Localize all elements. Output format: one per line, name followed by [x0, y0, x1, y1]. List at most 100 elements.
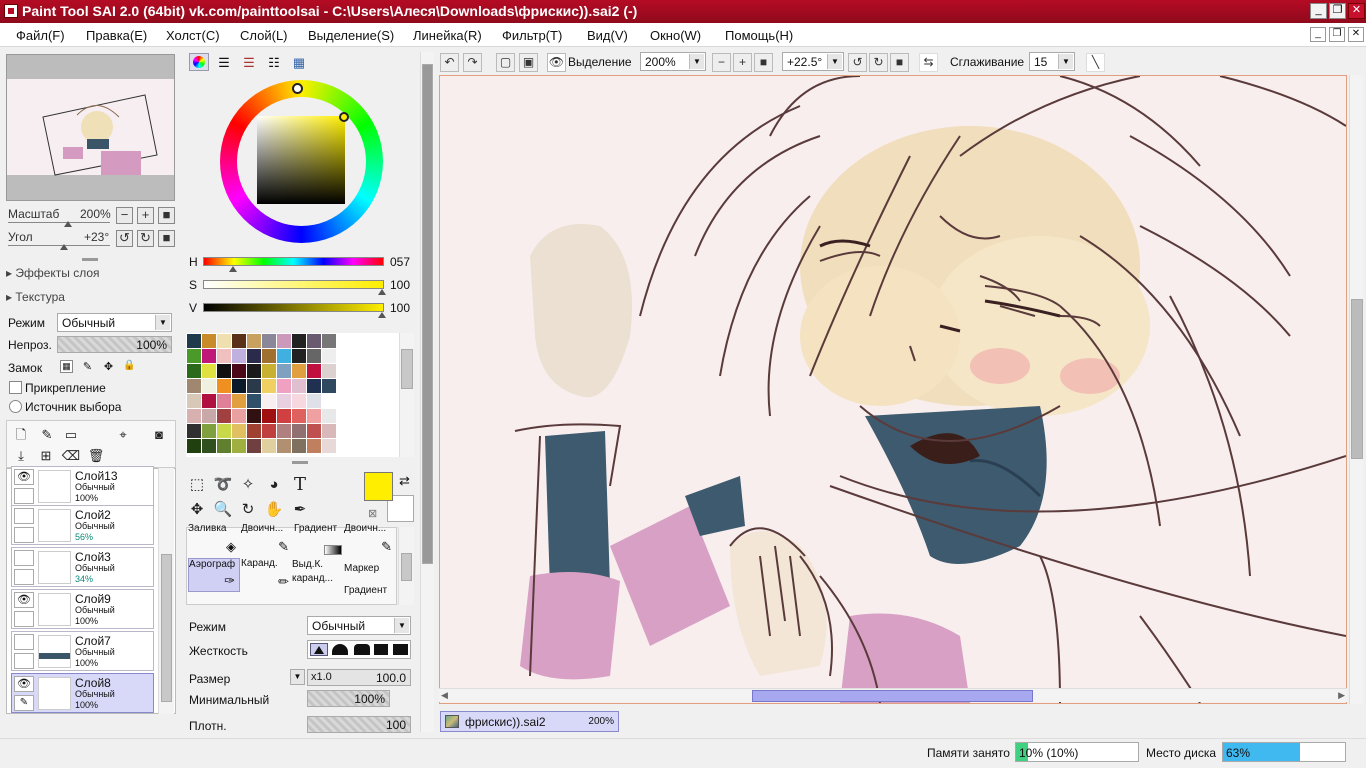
- transform-icon[interactable]: ⌖: [112, 424, 134, 446]
- hardness-max-icon[interactable]: [393, 644, 408, 655]
- color-swatch[interactable]: [292, 439, 306, 453]
- layer-item-selected[interactable]: 👁 ✎ Слой8 Обычный 100%: [11, 673, 154, 713]
- color-swatch[interactable]: [277, 364, 291, 378]
- panel-grip[interactable]: [292, 461, 308, 464]
- color-swatch[interactable]: [217, 439, 231, 453]
- color-swatch[interactable]: [247, 439, 261, 453]
- layer-item[interactable]: 👁 Слой9 Обычный 100%: [11, 589, 154, 629]
- visibility-toggle[interactable]: [14, 634, 34, 650]
- zoom-slider-track[interactable]: [8, 222, 110, 223]
- canvas-hscrollbar[interactable]: ◀ ▶: [439, 688, 1347, 702]
- eye-icon[interactable]: 👁: [14, 592, 34, 608]
- menu-window[interactable]: Окно(W): [650, 28, 701, 43]
- magic-wand-icon[interactable]: ✧: [237, 474, 259, 496]
- color-swatch[interactable]: [292, 394, 306, 408]
- zoom-slider-handle[interactable]: [64, 221, 72, 227]
- color-swatch[interactable]: [217, 334, 231, 348]
- menu-edit[interactable]: Правка(E): [86, 28, 147, 43]
- color-swatch[interactable]: [247, 334, 261, 348]
- color-swatch[interactable]: [262, 349, 276, 363]
- menu-selection[interactable]: Выделение(S): [308, 28, 394, 43]
- selection-source-radio[interactable]: [9, 400, 22, 413]
- color-swatch[interactable]: [307, 379, 321, 393]
- color-swatch[interactable]: [292, 424, 306, 438]
- color-swatch[interactable]: [202, 439, 216, 453]
- size-slider[interactable]: x1.0 100.0: [307, 669, 411, 686]
- hsv-sliders-tab[interactable]: ☰: [239, 55, 259, 71]
- color-swatch[interactable]: [232, 394, 246, 408]
- color-swatch[interactable]: [277, 394, 291, 408]
- texture-header[interactable]: ▸ Текстура: [6, 290, 65, 304]
- menu-view[interactable]: Вид(V): [587, 28, 628, 43]
- redo-button[interactable]: ↷: [463, 53, 482, 72]
- move-icon[interactable]: ✥: [186, 499, 208, 521]
- merge-down-icon[interactable]: ⤓: [10, 445, 32, 467]
- eye-icon[interactable]: 👁: [14, 676, 34, 692]
- layer-item[interactable]: 👁 Слой13 Обычный 100%: [11, 466, 154, 506]
- close-button[interactable]: ✕: [1348, 3, 1365, 19]
- rgb-sliders-tab[interactable]: ☰: [214, 55, 234, 71]
- brush-mode-select[interactable]: Обычный ▼: [307, 616, 411, 635]
- doc-minimize-button[interactable]: _: [1310, 27, 1326, 42]
- canvas-vscrollbar[interactable]: [1349, 75, 1363, 704]
- color-swatch[interactable]: [232, 334, 246, 348]
- brush-pencil[interactable]: Каранд. ✏: [241, 558, 293, 592]
- color-swatch[interactable]: [217, 394, 231, 408]
- layer-flag[interactable]: [14, 527, 34, 543]
- color-swatch[interactable]: [292, 409, 306, 423]
- rotate-right-button[interactable]: ↻: [869, 53, 888, 72]
- mixer-tab[interactable]: ☷: [264, 55, 284, 71]
- zoom-out-button[interactable]: −: [712, 53, 731, 72]
- visibility-toggle[interactable]: [14, 550, 34, 566]
- transparent-color-icon[interactable]: ⊠: [368, 507, 377, 520]
- color-swatch[interactable]: [307, 439, 321, 453]
- color-swatch[interactable]: [277, 334, 291, 348]
- invert-selection-button[interactable]: ▣: [519, 53, 538, 72]
- saturation-slider[interactable]: [203, 280, 384, 289]
- menu-layer[interactable]: Слой(L): [240, 28, 288, 43]
- shape-icon[interactable]: ◕: [263, 474, 285, 496]
- color-swatch[interactable]: [232, 439, 246, 453]
- color-swatch[interactable]: [217, 349, 231, 363]
- color-swatch[interactable]: [322, 364, 336, 378]
- maximize-button[interactable]: ❐: [1329, 3, 1346, 19]
- color-swatch[interactable]: [322, 349, 336, 363]
- new-vector-layer-icon[interactable]: ✎: [36, 424, 58, 446]
- color-swatch[interactable]: [322, 439, 336, 453]
- lasso-icon[interactable]: ➰: [212, 474, 234, 496]
- brush-scrollbar[interactable]: [398, 527, 414, 605]
- color-swatch[interactable]: [247, 379, 261, 393]
- rotate-right-button[interactable]: ↻: [137, 230, 154, 247]
- value-slider-handle[interactable]: [378, 312, 386, 318]
- color-swatch[interactable]: [247, 409, 261, 423]
- color-swatch[interactable]: [232, 424, 246, 438]
- zoom-select[interactable]: 200% ▼: [640, 52, 706, 71]
- menu-canvas[interactable]: Холст(C): [166, 28, 220, 43]
- undo-button[interactable]: ↶: [440, 53, 459, 72]
- color-swatch[interactable]: [187, 394, 201, 408]
- size-mult-dropdown[interactable]: ▼: [290, 669, 305, 685]
- color-swatch[interactable]: [277, 409, 291, 423]
- color-swatch[interactable]: [202, 394, 216, 408]
- rotate-reset-button[interactable]: ■: [158, 230, 175, 247]
- color-swatch[interactable]: [202, 409, 216, 423]
- brush-airbrush[interactable]: Аэрограф ✑: [188, 558, 240, 592]
- layer-item[interactable]: Слой3 Обычный 34%: [11, 547, 154, 587]
- brush-selection-pencil[interactable]: Выд.К. каранд...: [292, 558, 342, 606]
- color-swatch[interactable]: [292, 364, 306, 378]
- drawing-canvas[interactable]: [439, 75, 1347, 704]
- brush-fill[interactable]: Заливка ◈: [188, 523, 240, 557]
- color-swatch[interactable]: [247, 424, 261, 438]
- zoom-tool-icon[interactable]: 🔍: [212, 499, 234, 521]
- color-swatch[interactable]: [307, 409, 321, 423]
- color-swatch[interactable]: [232, 364, 246, 378]
- color-swatch[interactable]: [292, 334, 306, 348]
- rotate-reset-button[interactable]: ■: [890, 53, 909, 72]
- layer-effects-header[interactable]: ▸ Эффекты слоя: [6, 266, 100, 280]
- color-swatch[interactable]: [307, 394, 321, 408]
- deselect-button[interactable]: ▢: [496, 53, 515, 72]
- hardness-firm-icon[interactable]: [354, 644, 370, 655]
- menu-help[interactable]: Помощь(H): [725, 28, 793, 43]
- lock-paint-icon[interactable]: ✎: [81, 360, 94, 373]
- minimize-button[interactable]: _: [1310, 3, 1327, 19]
